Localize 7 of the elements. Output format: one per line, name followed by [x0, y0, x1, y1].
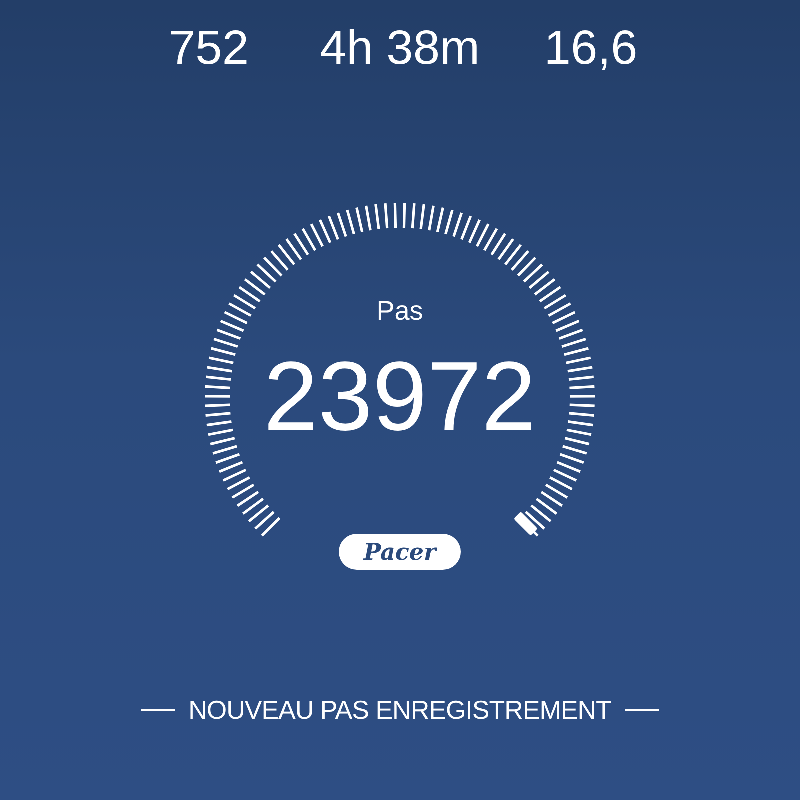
stat-value: 752: [168, 21, 250, 77]
steps-label: Pas: [376, 295, 424, 328]
stat-value: 4h 38m: [318, 21, 482, 77]
logo-badge: Pacer: [339, 534, 461, 570]
stat-value: 16,6: [543, 21, 639, 77]
steps-count: 23972: [262, 340, 538, 453]
record-caption: NOUVEAU PAS ENREGISTREMENT: [188, 694, 612, 726]
